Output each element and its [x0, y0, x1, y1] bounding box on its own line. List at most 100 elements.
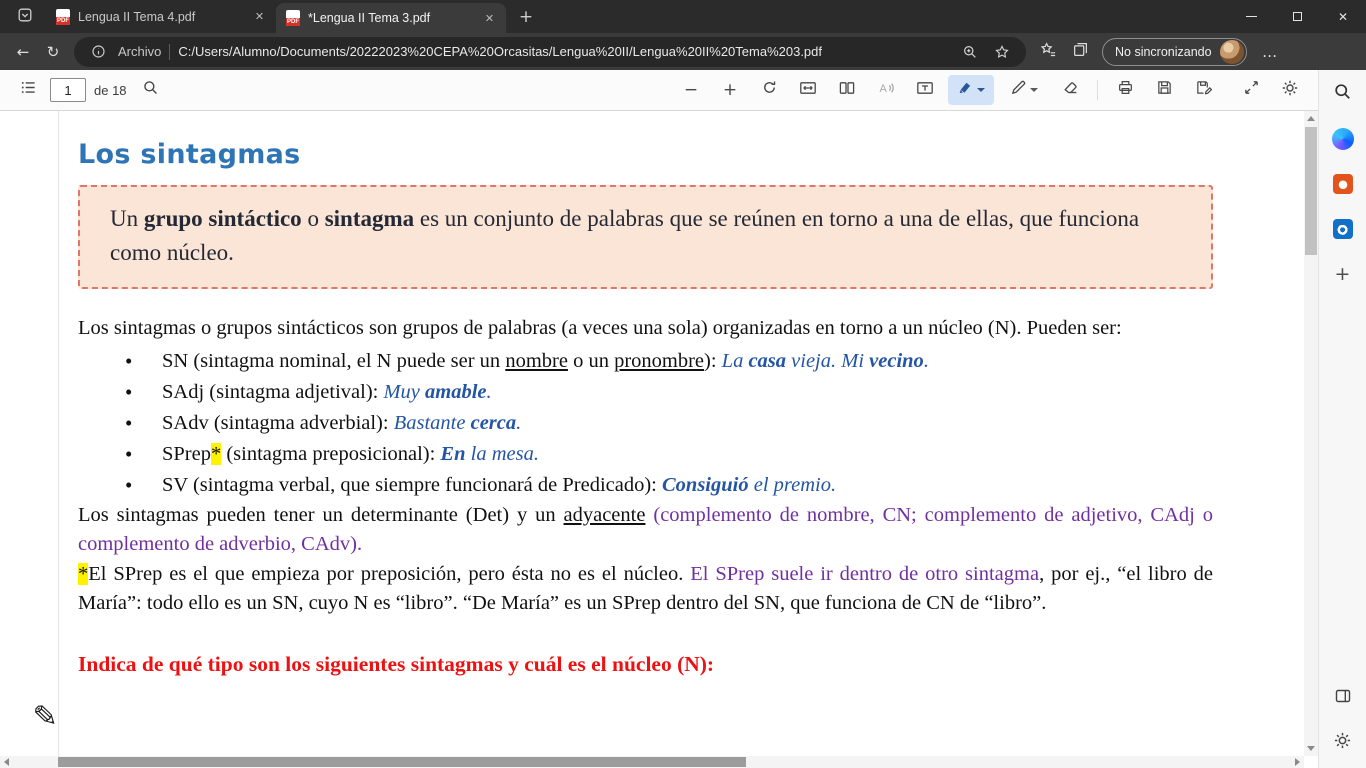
page-number-input[interactable]: [50, 78, 86, 102]
list-item-sprep: SPrep* (sintagma preposicional): En la m…: [78, 439, 1213, 470]
document-column: Los sintagmas Un grupo sintáctico o sint…: [78, 111, 1213, 700]
tab-actions-icon: [17, 7, 33, 28]
sidebar-search-button[interactable]: [1326, 77, 1360, 111]
save-as-button[interactable]: [1187, 75, 1219, 105]
collections-button[interactable]: [1064, 37, 1096, 67]
eraser-icon: [1062, 79, 1079, 101]
pen-icon: [1010, 79, 1027, 101]
draw-pen-button[interactable]: [1001, 75, 1047, 105]
divider: [1097, 80, 1098, 100]
horizontal-scrollbar[interactable]: [0, 756, 1304, 768]
panel-icon: [1334, 687, 1352, 710]
read-aloud-icon: A: [877, 79, 895, 102]
info-icon[interactable]: [86, 40, 110, 64]
tab-title: *Lengua II Tema 3.pdf: [308, 11, 473, 25]
vertical-scrollbar-thumb[interactable]: [1305, 127, 1317, 255]
new-tab-button[interactable]: +: [512, 3, 540, 31]
favorites-hub-button[interactable]: [1032, 37, 1064, 67]
scroll-up-icon[interactable]: [1307, 116, 1315, 121]
read-aloud-button[interactable]: A: [870, 75, 902, 105]
text-field-icon: [916, 79, 934, 102]
page-count-label: de 18: [94, 83, 127, 98]
definition-box: Un grupo sintáctico o sintagma es un con…: [78, 185, 1213, 289]
page-view-button[interactable]: [831, 75, 863, 105]
zoom-in-icon: +: [723, 80, 737, 100]
url-text: C:/Users/Alumno/Documents/20222023%20CEP…: [178, 44, 950, 59]
save-button[interactable]: [1148, 75, 1180, 105]
sidebar-outlook-button[interactable]: [1326, 212, 1360, 246]
scroll-right-icon[interactable]: [1295, 758, 1300, 766]
fullscreen-button[interactable]: [1235, 75, 1267, 105]
sintagma-list: SN (sintagma nominal, el N puede ser un …: [78, 346, 1213, 501]
pdf-file-icon: PDF: [56, 9, 70, 25]
svg-text:A: A: [880, 83, 888, 95]
definition-box-text: Un grupo sintáctico o sintagma es un con…: [110, 202, 1181, 270]
window-controls: ✕: [1228, 0, 1366, 33]
maximize-button[interactable]: [1274, 0, 1320, 33]
zoom-icon[interactable]: [958, 40, 982, 64]
horizontal-scrollbar-thumb[interactable]: [58, 757, 746, 767]
tab-lengua-tema-4[interactable]: PDF Lengua II Tema 4.pdf ✕: [46, 0, 276, 33]
pdf-content-area: Los sintagmas Un grupo sintáctico o sint…: [0, 111, 1318, 768]
close-icon[interactable]: ✕: [251, 8, 268, 25]
office-icon: [1333, 174, 1353, 194]
text-field-button[interactable]: [909, 75, 941, 105]
outlook-icon: [1333, 219, 1353, 239]
minimize-button[interactable]: [1228, 0, 1274, 33]
zoom-out-button[interactable]: −: [675, 75, 707, 105]
list-item-sn: SN (sintagma nominal, el N puede ser un …: [78, 346, 1213, 377]
url-field[interactable]: Archivo C:/Users/Alumno/Documents/202220…: [74, 37, 1026, 67]
settings-gear-icon: [1281, 79, 1299, 102]
refresh-button[interactable]: ↻: [38, 37, 68, 67]
eraser-button[interactable]: [1054, 75, 1086, 105]
close-window-button[interactable]: ✕: [1320, 0, 1366, 33]
list-item-sadv: SAdv (sintagma adverbial): Bastante cerc…: [78, 408, 1213, 439]
favorites-hub-icon: [1040, 41, 1057, 63]
zoom-out-icon: −: [684, 80, 698, 100]
page-view-icon: [838, 79, 856, 102]
pdf-toolbar: de 18 − +: [0, 70, 1318, 111]
sidebar-office-button[interactable]: [1326, 167, 1360, 201]
scroll-down-icon[interactable]: [1307, 746, 1315, 751]
search-icon: [142, 79, 159, 101]
pdf-tools-group: − +: [675, 75, 1219, 105]
search-button[interactable]: [135, 75, 167, 105]
print-icon: [1117, 79, 1134, 101]
sidebar-settings-button[interactable]: [1326, 726, 1360, 760]
print-button[interactable]: [1109, 75, 1141, 105]
chevron-down-icon: [1030, 88, 1038, 92]
expand-icon: [1243, 79, 1260, 101]
sidebar-copilot-button[interactable]: [1326, 122, 1360, 156]
collections-icon: [1072, 41, 1089, 63]
determinante-paragraph: Los sintagmas pueden tener un determinan…: [78, 501, 1213, 560]
zoom-in-button[interactable]: +: [714, 75, 746, 105]
tab-bar: PDF Lengua II Tema 4.pdf ✕ PDF *Lengua I…: [0, 0, 1366, 33]
close-icon[interactable]: ✕: [481, 10, 498, 27]
tab-actions-button[interactable]: [10, 4, 40, 30]
back-button[interactable]: ←: [8, 37, 38, 67]
toc-button[interactable]: [12, 75, 44, 105]
sidebar-panel-button[interactable]: [1326, 681, 1360, 715]
tab-title: Lengua II Tema 4.pdf: [78, 10, 243, 24]
rotate-button[interactable]: [753, 75, 785, 105]
minimize-icon: [1246, 16, 1257, 17]
highlighter-button[interactable]: [948, 75, 994, 105]
sync-status-label: No sincronizando: [1115, 45, 1212, 59]
sidebar-bottom-group: [1326, 681, 1360, 760]
edge-sidebar: +: [1318, 70, 1366, 768]
tab-lengua-tema-3-active[interactable]: PDF *Lengua II Tema 3.pdf ✕: [276, 3, 506, 33]
doc-title: Los sintagmas: [78, 137, 1213, 173]
save-as-icon: [1195, 79, 1212, 101]
sidebar-add-button[interactable]: +: [1326, 257, 1360, 291]
scheme-label: Archivo: [118, 44, 161, 59]
fit-to-width-button[interactable]: [792, 75, 824, 105]
vertical-scrollbar[interactable]: [1304, 111, 1318, 756]
maximize-icon: [1293, 12, 1302, 21]
pdf-settings-button[interactable]: [1274, 75, 1306, 105]
sprep-note-paragraph: *El SPrep es el que empieza por preposic…: [78, 560, 1213, 619]
favorite-star-icon[interactable]: [990, 40, 1014, 64]
pdf-file-icon: PDF: [286, 10, 300, 26]
more-options-button[interactable]: …: [1253, 37, 1287, 67]
scroll-left-icon[interactable]: [4, 758, 9, 766]
sync-status-badge[interactable]: No sincronizando: [1102, 38, 1247, 66]
